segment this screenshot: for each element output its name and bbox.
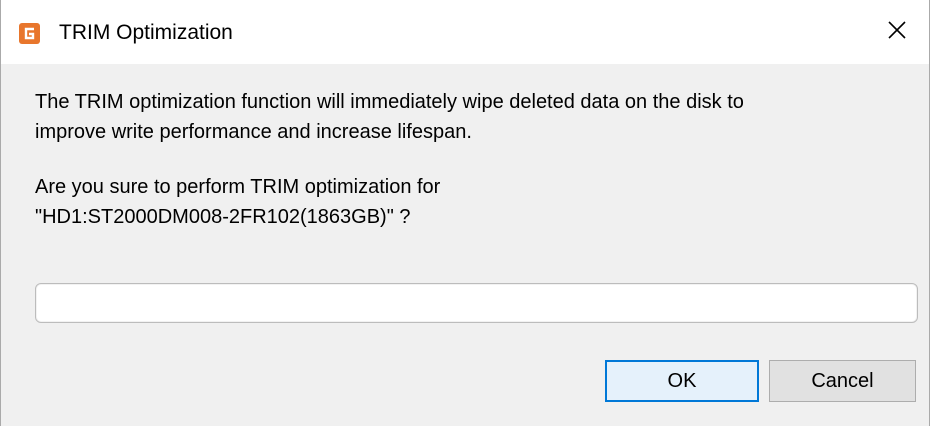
question-line-2: "HD1:ST2000DM008-2FR102(1863GB)" ? [35,206,411,228]
close-button[interactable] [865,0,929,64]
trim-optimization-dialog: TRIM Optimization The TRIM optimization … [0,0,930,426]
question-line-1: Are you sure to perform TRIM optimizatio… [35,176,441,198]
ok-button[interactable]: OK [605,360,759,402]
close-icon [887,20,907,45]
description-text: The TRIM optimization function will imme… [35,87,915,147]
title-bar: TRIM Optimization [1,0,929,64]
confirmation-question: Are you sure to perform TRIM optimizatio… [35,172,915,232]
description-line-1: The TRIM optimization function will imme… [35,91,744,113]
progress-bar [35,283,918,323]
diskgenius-logo-icon [19,23,40,44]
description-line-2: improve write performance and increase l… [35,121,472,143]
window-title: TRIM Optimization [59,21,233,44]
cancel-button[interactable]: Cancel [769,360,916,402]
